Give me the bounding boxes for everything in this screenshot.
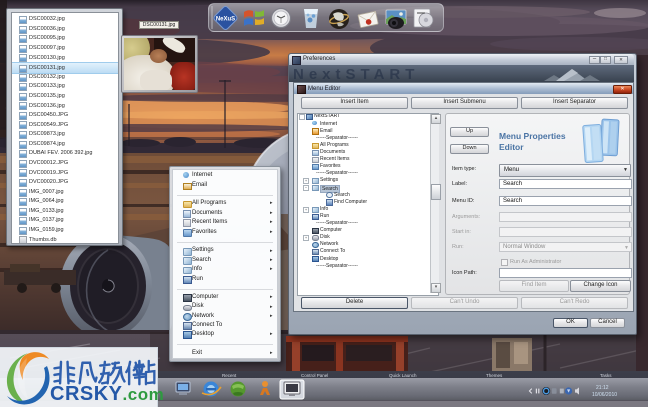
svg-text:NeXuS: NeXuS <box>216 17 235 23</box>
